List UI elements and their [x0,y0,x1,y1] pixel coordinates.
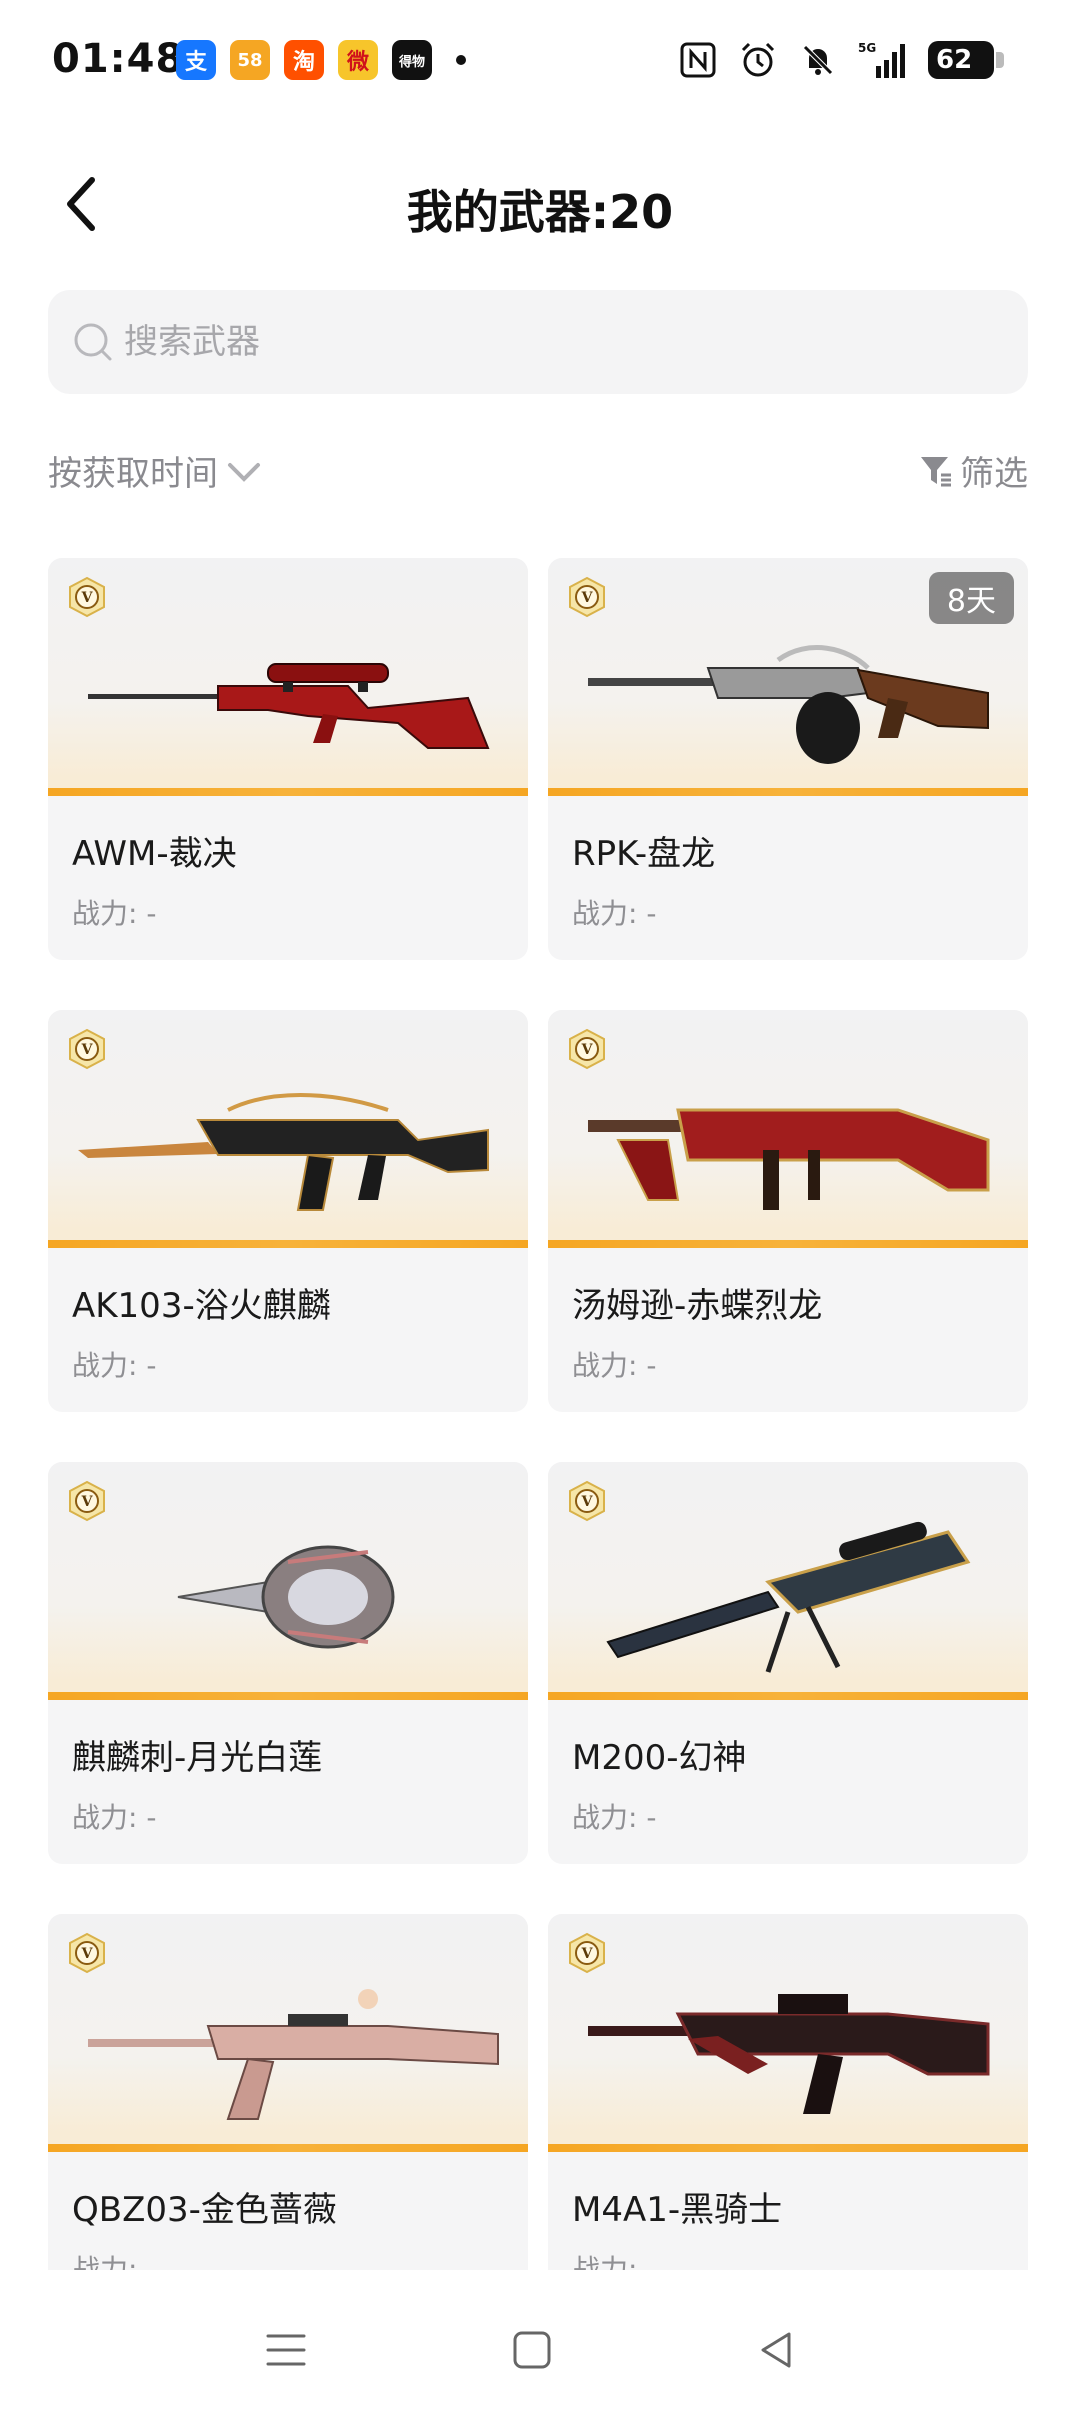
assault-rifle-icon [588,1994,990,2114]
menu-lines-icon [266,2334,306,2366]
system-status-icons: 5G 62 [678,40,1004,80]
filter-funnel-icon [921,456,951,486]
sniper-rifle-icon [88,663,490,749]
weapon-power: 战力: - [72,2253,157,2270]
weapon-image: V [548,1010,1028,1248]
battery-level: 62 [928,41,994,79]
search-box[interactable] [48,290,1028,394]
weapon-grid: V AWM-裁决 战力: - V 8天 RPK-盘龙 战力: - V AK103… [48,558,1028,2270]
status-bar: 01:48 支 58 淘 微 得物 5G 62 [0,0,1080,130]
assault-rifle-icon [88,1989,499,2120]
search-icon [74,323,112,361]
page-title: 我的武器:20 [406,185,674,239]
weapon-power: 战力: - [72,897,157,930]
weapon-power: 战力: - [572,2253,657,2270]
weapon-name: RPK-盘龙 [572,834,716,874]
triangle-back-icon [761,2332,791,2368]
weapon-name: 麒麟刺-月光白莲 [72,1738,323,1778]
dewu-icon: 得物 [392,40,432,80]
weapon-card[interactable]: V AK103-浴火麒麟 战力: - [48,1010,528,1412]
alipay-icon: 支 [176,40,216,80]
alarm-icon [738,40,778,80]
submachine-gun-icon [588,1108,990,1210]
weapon-image: V [48,1462,528,1700]
notification-app-icons: 支 58 淘 微 得物 [176,40,466,80]
weapon-power: 战力: - [572,897,657,930]
melee-blade-icon [177,1545,395,1649]
weapon-image: V 8天 [548,558,1028,796]
back-nav-button[interactable] [746,2320,806,2380]
system-nav-bar [0,2280,1080,2414]
signal-5g-icon: 5G [858,40,908,80]
sort-filter-bar: 按获取时间 筛选 [48,440,1028,500]
58-icon: 58 [230,40,270,80]
status-time: 01:48 [52,36,185,82]
weapon-card[interactable]: V 麒麟刺-月光白莲 战力: - [48,1462,528,1864]
mute-bell-icon [798,40,838,80]
weapon-power: 战力: - [572,1801,657,1834]
sniper-rifle-icon [606,1521,971,1673]
weapon-card[interactable]: V M4A1-黑骑士 战力: - [548,1914,1028,2270]
assault-rifle-icon [78,1093,489,1211]
weapon-card[interactable]: V M200-幻神 战力: - [548,1462,1028,1864]
battery-tip [996,52,1004,68]
weapon-image: V [548,1914,1028,2152]
sort-label: 按获取时间 [48,454,218,494]
taobao-icon: 淘 [284,40,324,80]
chevron-down-icon [228,462,260,482]
weapon-image: V [48,1010,528,1248]
nfc-icon [678,40,718,80]
svg-text:5G: 5G [858,41,876,55]
weapon-name: M4A1-黑骑士 [572,2190,783,2230]
weapon-name: QBZ03-金色蔷薇 [72,2190,337,2230]
weapon-power: 战力: - [72,1801,157,1834]
weapon-card[interactable]: V QBZ03-金色蔷薇 战力: - [48,1914,528,2270]
weapon-power: 战力: - [72,1349,157,1382]
weapon-image: V [48,558,528,796]
search-input[interactable] [124,322,984,362]
filter-button[interactable]: 筛选 [918,446,1028,495]
weapon-image: V [48,1914,528,2152]
weapon-card[interactable]: V AWM-裁决 战力: - [48,558,528,960]
weapon-card[interactable]: V 汤姆逊-赤蝶烈龙 战力: - [548,1010,1028,1412]
weapon-name: AK103-浴火麒麟 [72,1286,331,1326]
weapon-image: V [548,1462,1028,1700]
filter-label: 筛选 [960,454,1028,494]
recent-apps-button[interactable] [256,2320,316,2380]
machine-gun-icon [588,645,989,764]
more-notifications-dot-icon [456,55,466,65]
weapon-name: 汤姆逊-赤蝶烈龙 [572,1286,823,1326]
battery-icon: 62 [928,41,1004,79]
weapon-name: AWM-裁决 [72,834,237,874]
weapon-card[interactable]: V 8天 RPK-盘龙 战力: - [548,558,1028,960]
square-home-icon [513,2331,551,2369]
weibo-icon: 微 [338,40,378,80]
weapon-power: 战力: - [572,1349,657,1382]
header: 我的武器:20 [0,160,1080,250]
sort-dropdown[interactable]: 按获取时间 [48,446,264,495]
weapon-name: M200-幻神 [572,1738,747,1778]
home-button[interactable] [502,2320,562,2380]
